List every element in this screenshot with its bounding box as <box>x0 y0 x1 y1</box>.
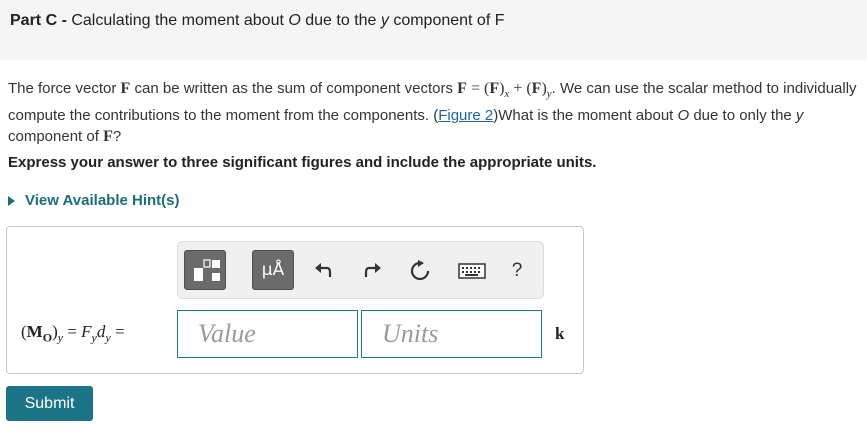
math-toolbar: μÅ ? <box>177 241 544 299</box>
expand-triangle-icon <box>8 195 15 206</box>
part-label: Part C <box>10 12 58 29</box>
symbols-label: μÅ <box>261 260 285 280</box>
undo-icon <box>315 263 332 277</box>
help-button[interactable]: ? <box>502 256 532 286</box>
reset-icon <box>410 260 430 281</box>
hint-label: View Available Hint(s) <box>25 192 180 209</box>
part-header: Part C - Calculating the moment about O … <box>0 0 867 60</box>
figure-2-link[interactable]: Figure 2 <box>438 107 493 124</box>
value-input[interactable] <box>177 310 358 358</box>
submit-button[interactable]: Submit <box>6 386 93 421</box>
templates-icon <box>194 259 220 281</box>
equation-label: (MO)y = Fydy = <box>21 322 125 345</box>
keyboard-icon <box>458 263 486 279</box>
unit-suffix: k <box>555 324 565 343</box>
reset-button[interactable] <box>405 256 435 286</box>
units-input[interactable] <box>361 310 542 358</box>
undo-button[interactable] <box>308 256 338 286</box>
part-title: Part C - Calculating the moment about O … <box>10 12 505 29</box>
view-hints-toggle[interactable]: View Available Hint(s) <box>8 192 180 209</box>
templates-button[interactable] <box>184 250 226 290</box>
answer-box: μÅ ? (MO)y = Fydy = Value Units k <box>6 226 584 374</box>
answer-instruction: Express your answer to three significant… <box>8 154 597 171</box>
help-icon: ? <box>511 260 523 281</box>
keyboard-button[interactable] <box>455 256 489 286</box>
redo-icon <box>364 263 381 277</box>
symbols-button[interactable]: μÅ <box>252 250 294 290</box>
problem-description: The force vector F can be written as the… <box>8 80 857 146</box>
redo-button[interactable] <box>358 256 388 286</box>
